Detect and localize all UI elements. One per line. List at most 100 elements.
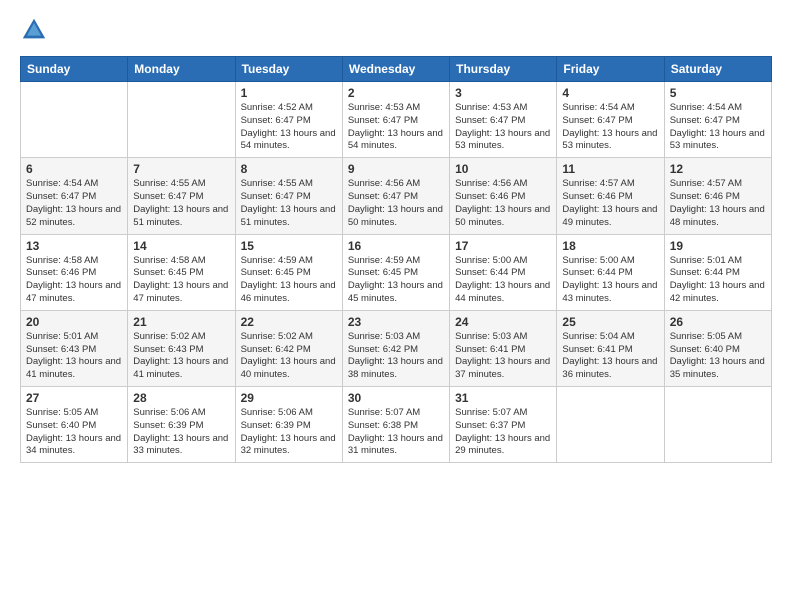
day-info: Sunrise: 4:56 AM Sunset: 6:47 PM Dayligh… [348,178,444,229]
calendar-cell: 27 Sunrise: 5:05 AM Sunset: 6:40 PM Dayli… [21,387,128,463]
day-number: 13 [26,239,122,253]
day-info: Sunrise: 5:06 AM Sunset: 6:39 PM Dayligh… [241,407,337,458]
day-number: 10 [455,162,551,176]
day-info: Sunrise: 5:02 AM Sunset: 6:42 PM Dayligh… [241,331,337,382]
day-info: Sunrise: 4:58 AM Sunset: 6:46 PM Dayligh… [26,255,122,306]
day-info: Sunrise: 5:05 AM Sunset: 6:40 PM Dayligh… [670,331,766,382]
calendar-cell: 17 Sunrise: 5:00 AM Sunset: 6:44 PM Dayli… [450,234,557,310]
weekday-header-row: SundayMondayTuesdayWednesdayThursdayFrid… [21,57,772,82]
calendar-cell: 9 Sunrise: 4:56 AM Sunset: 6:47 PM Daylig… [342,158,449,234]
calendar-cell: 13 Sunrise: 4:58 AM Sunset: 6:46 PM Dayli… [21,234,128,310]
day-info: Sunrise: 5:00 AM Sunset: 6:44 PM Dayligh… [455,255,551,306]
day-number: 25 [562,315,658,329]
calendar-cell: 16Sunrise: 4:59 AM Sunset: 6:45 PM Dayli… [342,234,449,310]
day-info: Sunrise: 5:00 AM Sunset: 6:44 PM Dayligh… [562,255,658,306]
day-number: 20 [26,315,122,329]
weekday-header-tuesday: Tuesday [235,57,342,82]
calendar-cell: 15 Sunrise: 4:59 AM Sunset: 6:45 PM Dayli… [235,234,342,310]
day-info: Sunrise: 4:59 AM Sunset: 6:45 PM Dayligh… [348,255,444,306]
day-number: 8 [241,162,337,176]
calendar-cell: 23Sunrise: 5:03 AM Sunset: 6:42 PM Dayli… [342,310,449,386]
day-number: 29 [241,391,337,405]
day-info: Sunrise: 4:55 AM Sunset: 6:47 PM Dayligh… [241,178,337,229]
day-number: 11 [562,162,658,176]
day-number: 24 [455,315,551,329]
calendar-cell: 1Sunrise: 4:52 AM Sunset: 6:47 PM Daylig… [235,82,342,158]
day-number: 26 [670,315,766,329]
day-number: 15 [241,239,337,253]
day-number: 6 [26,162,122,176]
weekday-header-thursday: Thursday [450,57,557,82]
day-number: 2 [348,86,444,100]
day-number: 22 [241,315,337,329]
calendar-cell [21,82,128,158]
calendar-cell: 12Sunrise: 4:57 AM Sunset: 6:46 PM Dayli… [664,158,771,234]
day-number: 23 [348,315,444,329]
calendar-week-row: 6 Sunrise: 4:54 AM Sunset: 6:47 PM Daylig… [21,158,772,234]
day-number: 19 [670,239,766,253]
calendar-cell: 24 Sunrise: 5:03 AM Sunset: 6:41 PM Dayli… [450,310,557,386]
day-info: Sunrise: 4:52 AM Sunset: 6:47 PM Dayligh… [241,102,337,153]
day-number: 9 [348,162,444,176]
day-info: Sunrise: 4:53 AM Sunset: 6:47 PM Dayligh… [348,102,444,153]
day-number: 4 [562,86,658,100]
day-number: 28 [133,391,229,405]
day-info: Sunrise: 4:54 AM Sunset: 6:47 PM Dayligh… [562,102,658,153]
weekday-header-sunday: Sunday [21,57,128,82]
calendar-cell: 29 Sunrise: 5:06 AM Sunset: 6:39 PM Dayli… [235,387,342,463]
calendar-cell: 4 Sunrise: 4:54 AM Sunset: 6:47 PM Daylig… [557,82,664,158]
day-number: 14 [133,239,229,253]
weekday-header-monday: Monday [128,57,235,82]
day-info: Sunrise: 5:04 AM Sunset: 6:41 PM Dayligh… [562,331,658,382]
day-number: 21 [133,315,229,329]
logo [20,16,52,44]
header [20,16,772,44]
calendar-cell: 31Sunrise: 5:07 AM Sunset: 6:37 PM Dayli… [450,387,557,463]
weekday-header-wednesday: Wednesday [342,57,449,82]
day-info: Sunrise: 4:53 AM Sunset: 6:47 PM Dayligh… [455,102,551,153]
calendar-cell: 19 Sunrise: 5:01 AM Sunset: 6:44 PM Dayli… [664,234,771,310]
day-info: Sunrise: 5:07 AM Sunset: 6:38 PM Dayligh… [348,407,444,458]
calendar-cell: 10 Sunrise: 4:56 AM Sunset: 6:46 PM Dayli… [450,158,557,234]
calendar-cell [557,387,664,463]
weekday-header-friday: Friday [557,57,664,82]
calendar-cell: 5 Sunrise: 4:54 AM Sunset: 6:47 PM Daylig… [664,82,771,158]
calendar-week-row: 1Sunrise: 4:52 AM Sunset: 6:47 PM Daylig… [21,82,772,158]
day-number: 7 [133,162,229,176]
day-number: 27 [26,391,122,405]
day-number: 17 [455,239,551,253]
day-info: Sunrise: 4:54 AM Sunset: 6:47 PM Dayligh… [670,102,766,153]
calendar-cell: 6 Sunrise: 4:54 AM Sunset: 6:47 PM Daylig… [21,158,128,234]
day-number: 3 [455,86,551,100]
calendar-cell: 21 Sunrise: 5:02 AM Sunset: 6:43 PM Dayli… [128,310,235,386]
day-info: Sunrise: 4:58 AM Sunset: 6:45 PM Dayligh… [133,255,229,306]
day-number: 18 [562,239,658,253]
day-info: Sunrise: 5:02 AM Sunset: 6:43 PM Dayligh… [133,331,229,382]
calendar-cell: 20 Sunrise: 5:01 AM Sunset: 6:43 PM Dayli… [21,310,128,386]
page: SundayMondayTuesdayWednesdayThursdayFrid… [0,0,792,612]
calendar-cell: 11Sunrise: 4:57 AM Sunset: 6:46 PM Dayli… [557,158,664,234]
calendar-cell: 22 Sunrise: 5:02 AM Sunset: 6:42 PM Dayli… [235,310,342,386]
calendar-cell: 30 Sunrise: 5:07 AM Sunset: 6:38 PM Dayli… [342,387,449,463]
calendar-table: SundayMondayTuesdayWednesdayThursdayFrid… [20,56,772,463]
calendar-cell: 2 Sunrise: 4:53 AM Sunset: 6:47 PM Daylig… [342,82,449,158]
calendar-week-row: 13 Sunrise: 4:58 AM Sunset: 6:46 PM Dayli… [21,234,772,310]
day-info: Sunrise: 4:56 AM Sunset: 6:46 PM Dayligh… [455,178,551,229]
day-info: Sunrise: 5:01 AM Sunset: 6:43 PM Dayligh… [26,331,122,382]
day-number: 12 [670,162,766,176]
day-number: 5 [670,86,766,100]
calendar-cell: 3 Sunrise: 4:53 AM Sunset: 6:47 PM Daylig… [450,82,557,158]
day-info: Sunrise: 5:05 AM Sunset: 6:40 PM Dayligh… [26,407,122,458]
day-info: Sunrise: 5:06 AM Sunset: 6:39 PM Dayligh… [133,407,229,458]
calendar-cell [664,387,771,463]
day-number: 30 [348,391,444,405]
day-info: Sunrise: 4:54 AM Sunset: 6:47 PM Dayligh… [26,178,122,229]
day-info: Sunrise: 5:03 AM Sunset: 6:41 PM Dayligh… [455,331,551,382]
calendar-cell: 7 Sunrise: 4:55 AM Sunset: 6:47 PM Daylig… [128,158,235,234]
day-info: Sunrise: 4:59 AM Sunset: 6:45 PM Dayligh… [241,255,337,306]
calendar-cell [128,82,235,158]
calendar-cell: 26 Sunrise: 5:05 AM Sunset: 6:40 PM Dayli… [664,310,771,386]
day-info: Sunrise: 5:01 AM Sunset: 6:44 PM Dayligh… [670,255,766,306]
calendar-cell: 14 Sunrise: 4:58 AM Sunset: 6:45 PM Dayli… [128,234,235,310]
day-info: Sunrise: 4:55 AM Sunset: 6:47 PM Dayligh… [133,178,229,229]
